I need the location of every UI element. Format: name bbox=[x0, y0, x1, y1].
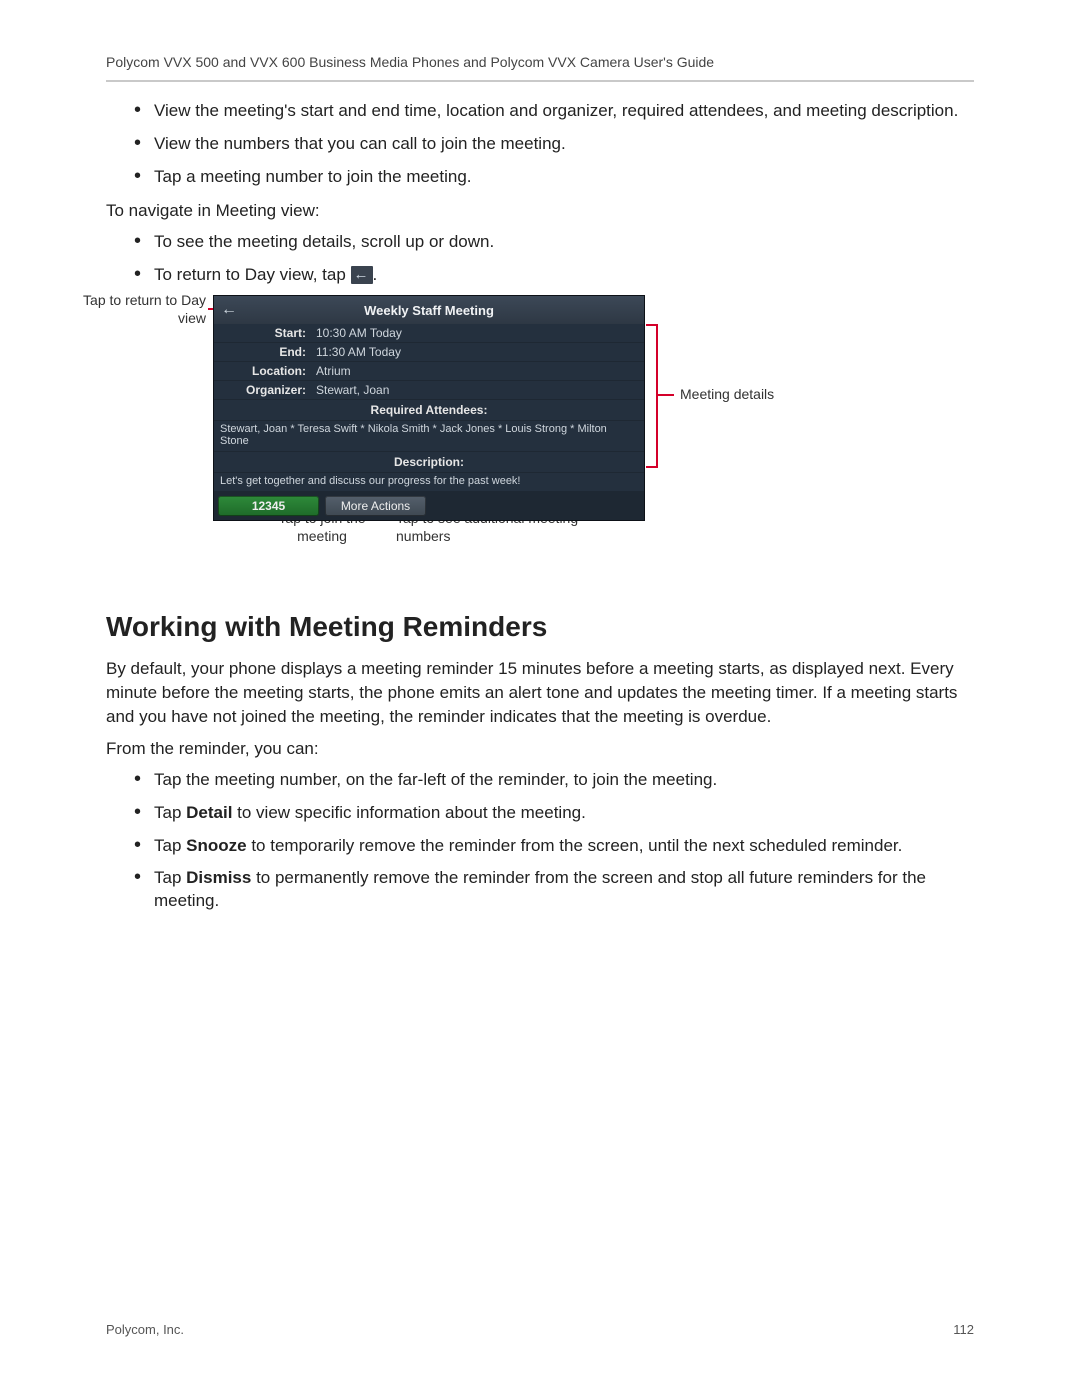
label-organizer: Organizer: bbox=[214, 383, 316, 397]
period: . bbox=[373, 265, 378, 284]
softkey-more-actions[interactable]: More Actions bbox=[325, 496, 426, 516]
bullet-tap-number: Tap a meeting number to join the meeting… bbox=[154, 166, 974, 189]
required-attendees-head: Required Attendees: bbox=[214, 400, 644, 421]
softkey-bar: 12345 More Actions bbox=[214, 492, 644, 520]
footer-company: Polycom, Inc. bbox=[106, 1322, 184, 1337]
value-organizer: Stewart, Joan bbox=[316, 383, 644, 397]
description-text: Let's get together and discuss our progr… bbox=[214, 473, 644, 492]
nav-bullet-scroll: To see the meeting details, scroll up or… bbox=[154, 231, 974, 254]
bullet-view-numbers: View the numbers that you can call to jo… bbox=[154, 133, 974, 156]
details-bracket bbox=[646, 324, 658, 468]
doc-header: Polycom VVX 500 and VVX 600 Business Med… bbox=[106, 54, 974, 70]
callout-line bbox=[656, 394, 674, 396]
callout-return-day: Tap to return to Day view bbox=[76, 292, 206, 327]
softkey-empty bbox=[539, 496, 640, 516]
reminder-bullet-detail: Tap Detail to view specific information … bbox=[154, 802, 974, 825]
phone-titlebar: ← Weekly Staff Meeting bbox=[214, 296, 644, 324]
required-attendees: Stewart, Joan * Teresa Swift * Nikola Sm… bbox=[214, 421, 644, 452]
label-location: Location: bbox=[214, 364, 316, 378]
nav-intro: To navigate in Meeting view: bbox=[106, 199, 974, 223]
header-rule bbox=[106, 80, 974, 82]
section-title-reminders: Working with Meeting Reminders bbox=[106, 611, 974, 643]
value-end: 11:30 AM Today bbox=[316, 345, 644, 359]
back-button[interactable]: ← bbox=[214, 296, 244, 324]
description-head: Description: bbox=[214, 452, 644, 473]
reminders-p2: From the reminder, you can: bbox=[106, 737, 974, 761]
softkey-join[interactable]: 12345 bbox=[218, 496, 319, 516]
reminder-bullet-snooze: Tap Snooze to temporarily remove the rem… bbox=[154, 835, 974, 858]
softkey-empty bbox=[432, 496, 533, 516]
reminders-p1: By default, your phone displays a meetin… bbox=[106, 657, 974, 728]
phone-screenshot: ← Weekly Staff Meeting Start:10:30 AM To… bbox=[214, 296, 644, 520]
bullet-view-details: View the meeting's start and end time, l… bbox=[154, 100, 974, 123]
nav-bullet-return-text: To return to Day view, tap bbox=[154, 265, 351, 284]
callout-meeting-details: Meeting details bbox=[680, 386, 774, 404]
back-arrow-icon bbox=[351, 266, 373, 284]
label-start: Start: bbox=[214, 326, 316, 340]
label-end: End: bbox=[214, 345, 316, 359]
value-start: 10:30 AM Today bbox=[316, 326, 644, 340]
reminder-bullet-dismiss: Tap Dismiss to permanently remove the re… bbox=[154, 867, 974, 913]
meeting-title: Weekly Staff Meeting bbox=[244, 303, 644, 318]
nav-bullet-return: To return to Day view, tap . bbox=[154, 264, 974, 287]
reminder-bullet-join: Tap the meeting number, on the far-left … bbox=[154, 769, 974, 792]
footer-page-num: 112 bbox=[953, 1322, 974, 1337]
meeting-view-figure: Tap to return to Day view Meeting detail… bbox=[106, 296, 974, 556]
value-location: Atrium bbox=[316, 364, 644, 378]
